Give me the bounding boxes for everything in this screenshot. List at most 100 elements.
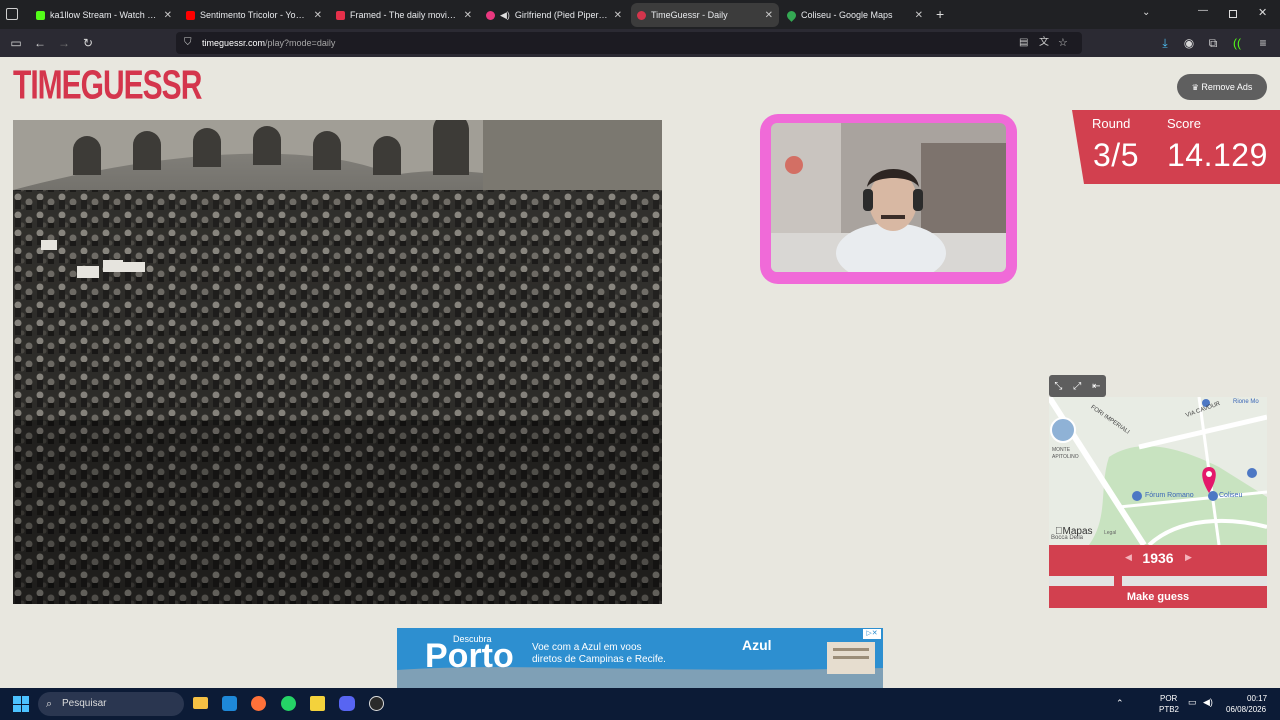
lang-code[interactable]: POR (1160, 694, 1177, 703)
browser-toolbar: ▭ ← → ↻ ⛉ timeguessr.com/play?mode=daily… (0, 29, 1280, 57)
music-favicon-icon (486, 10, 495, 20)
map-label-rione: Rione Mo (1233, 399, 1259, 405)
windows-logo-icon (21, 704, 29, 712)
close-icon[interactable]: ✕ (464, 10, 472, 21)
ad-brand: Azul (742, 637, 772, 653)
remove-ads-button[interactable]: ♛ Remove Ads (1177, 74, 1267, 100)
address-bar[interactable]: ⛉ timeguessr.com/play?mode=daily ▤ 文 ☆ (176, 32, 1082, 54)
maps-pin-favicon-icon (785, 8, 798, 22)
sidebar-icon[interactable]: ▭ (7, 34, 25, 52)
speaker-icon[interactable]: ◀) (500, 10, 510, 21)
expand-map-icon[interactable]: ⤡ (1054, 381, 1062, 392)
youtube-favicon-icon (186, 10, 195, 20)
restore-button[interactable] (1229, 10, 1237, 18)
guess-panel: ⤡ ⤢ ⇤ FORI IMPERIALI VIA CAVOUR Rione Mo… (1049, 375, 1267, 608)
year-selector: ◀ 1936 ▶ Make guess (1049, 545, 1267, 608)
kick-favicon-icon (36, 10, 45, 20)
close-window-button[interactable]: ✕ (1258, 6, 1267, 19)
webcam-image (771, 123, 1006, 272)
outlook-icon[interactable] (222, 696, 237, 711)
discord-icon[interactable] (339, 696, 355, 711)
chevron-down-icon[interactable]: ⌄ (1142, 7, 1150, 18)
ad-text-line2: diretos de Campinas e Recife. (532, 654, 666, 665)
year-slider[interactable] (1049, 576, 1267, 586)
tab-title: Framed - The daily movie gues (350, 10, 459, 20)
file-explorer-icon[interactable] (193, 697, 208, 709)
map-label-capitolino: APITOLINO (1052, 454, 1079, 460)
tab-list-icon[interactable] (6, 8, 18, 20)
clock-time[interactable]: 00:17 (1247, 694, 1267, 703)
score-label: Score (1167, 116, 1201, 131)
tab-google-maps[interactable]: Coliseu - Google Maps ✕ (781, 3, 929, 27)
volume-icon[interactable]: ◀) (1203, 697, 1213, 708)
score-value: 14.129 (1167, 137, 1268, 173)
whatsapp-icon[interactable] (281, 696, 296, 711)
map-legal-link[interactable]: Legal (1104, 530, 1116, 536)
tab-girlfriend[interactable]: ◀) Girlfriend (Pied Piper Remix ✕ (480, 3, 628, 27)
map-label-coliseu: Coliseu (1219, 492, 1243, 499)
crown-icon: ♛ (1191, 83, 1199, 92)
tab-framed[interactable]: Framed - The daily movie gues ✕ (330, 3, 478, 27)
menu-icon[interactable]: ≡ (1254, 34, 1272, 52)
new-tab-button[interactable]: + (936, 6, 944, 22)
guess-map[interactable]: FORI IMPERIALI VIA CAVOUR Rione Mo MONTE… (1049, 397, 1267, 545)
start-button[interactable] (13, 696, 29, 712)
downloads-icon[interactable]: ⤓ (1156, 34, 1174, 52)
tab-kick[interactable]: ka1llow Stream - Watch Live on ✕ (30, 3, 178, 27)
windows-logo-icon (13, 704, 21, 712)
tab-title: Coliseu - Google Maps (801, 10, 893, 20)
make-guess-button[interactable]: Make guess (1049, 588, 1267, 606)
reader-view-icon[interactable]: ▤ (1019, 32, 1028, 54)
minimize-button[interactable]: — (1198, 5, 1208, 16)
windows-logo-icon (13, 696, 21, 704)
score-panel: Round 3/5 Score 14.129 (1072, 110, 1280, 184)
bookmark-star-icon[interactable]: ☆ (1058, 32, 1068, 54)
adchoices-icon[interactable]: ▷✕ (863, 629, 881, 639)
search-icon: ⌕ (46, 698, 53, 710)
close-icon[interactable]: ✕ (915, 10, 923, 21)
forward-arrow-icon[interactable]: → (55, 34, 73, 52)
map-label-forum: Fórum Romano (1145, 492, 1194, 499)
year-increment-icon[interactable]: ▶ (1185, 552, 1192, 563)
close-icon[interactable]: ✕ (614, 10, 622, 21)
tab-timeguessr[interactable]: TimeGuessr - Daily ✕ (631, 3, 779, 27)
historic-photo (13, 120, 662, 604)
keyboard-layout[interactable]: PTB2 (1159, 705, 1179, 714)
close-icon[interactable]: ✕ (164, 10, 172, 21)
shrink-map-icon[interactable]: ⤢ (1073, 381, 1081, 392)
ad-banner[interactable]: Descubra Porto Voe com a Azul em voos di… (397, 628, 883, 688)
url-host: timeguessr.com (202, 38, 266, 48)
os-taskbar: ⌕ Pesquisar ⌃ POR PTB2 ▭ ◀) 00:17 06/08/… (0, 688, 1280, 720)
apple-maps-logo: Mapas (1055, 526, 1093, 537)
extension-audio-icon[interactable]: (( (1228, 34, 1246, 52)
translate-icon[interactable]: 文 (1039, 32, 1049, 54)
map-tiles (1049, 397, 1267, 545)
tab-youtube[interactable]: Sentimento Tricolor - YouTube ✕ (180, 3, 328, 27)
network-icon[interactable]: ▭ (1188, 697, 1197, 708)
browser-tab-bar: ka1llow Stream - Watch Live on ✕ Sentime… (0, 0, 1280, 29)
back-arrow-icon[interactable]: ← (31, 34, 49, 52)
round-value: 3/5 (1093, 137, 1139, 173)
reset-map-icon[interactable]: ⇤ (1092, 381, 1100, 392)
page-content: TIMEGUESSR ♛ Remove Ads Round 3/5 Score … (0, 57, 1280, 688)
firefox-icon[interactable] (251, 696, 266, 711)
map-size-controls: ⤡ ⤢ ⇤ (1049, 375, 1106, 397)
clock-date[interactable]: 06/08/2026 (1226, 705, 1266, 714)
reload-icon[interactable]: ↻ (79, 34, 97, 52)
extensions-icon[interactable]: ⧉ (1204, 34, 1222, 52)
year-value: 1936 (1142, 550, 1174, 566)
ad-text-line1: Voe com a Azul em voos (532, 642, 642, 653)
year-slider-thumb[interactable] (1114, 576, 1123, 586)
site-info-icon[interactable]: ⛉ (184, 32, 192, 54)
close-icon[interactable]: ✕ (314, 10, 322, 21)
obs-icon[interactable] (369, 696, 384, 711)
taskbar-search-box[interactable]: ⌕ Pesquisar (38, 692, 184, 716)
close-icon[interactable]: ✕ (765, 10, 773, 21)
account-icon[interactable]: ◉ (1180, 34, 1198, 52)
timeguessr-logo[interactable]: TIMEGUESSR (13, 65, 202, 107)
search-placeholder: Pesquisar (62, 698, 107, 709)
timeguessr-favicon-icon (637, 10, 646, 20)
map-label-monte: MONTE (1052, 447, 1071, 453)
notes-icon[interactable] (310, 696, 325, 711)
tray-chevron-icon[interactable]: ⌃ (1116, 698, 1124, 709)
